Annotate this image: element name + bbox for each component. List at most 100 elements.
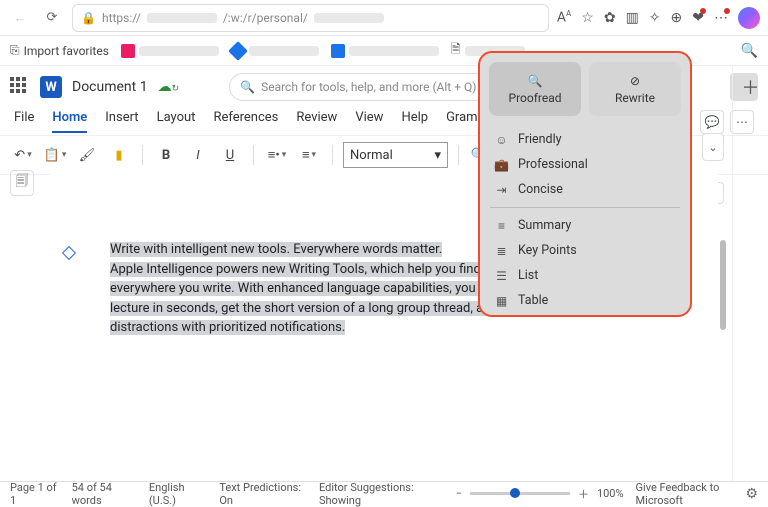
zoom-control: − ＋ 100% [456,486,624,502]
search-box[interactable]: 🔍 Search for tools, help, and more (Alt … [229,73,489,101]
tab-references[interactable]: References [213,110,278,133]
url-redacted-1 [147,13,217,23]
file-icon: 🗎 [451,40,461,61]
search-icon: 🔍 [240,80,255,94]
lock-icon: 🔒 [81,11,96,25]
import-favorites[interactable]: ⎘ Import favorites [10,43,109,58]
undo-button[interactable]: ↶ [10,142,36,168]
align-button[interactable]: ≡ [296,142,322,168]
keypoints-icon: ≣ [494,244,509,258]
collapse-ribbon-button[interactable]: ⌄ [702,133,724,161]
clipboard-pane-button[interactable]: 🗐 [10,170,34,196]
paste-button[interactable]: 📋 [42,142,68,168]
comments-button[interactable]: 💬 [700,110,724,134]
separator [142,145,143,165]
underline-button[interactable]: U [217,142,243,168]
health-icon[interactable]: ❤ [692,10,704,26]
import-icon: ⎘ [10,43,20,58]
zoom-slider[interactable] [470,492,570,495]
italic-button[interactable]: I [185,142,211,168]
language-status[interactable]: English (U.S.) [149,481,207,507]
back-button[interactable]: ← [8,6,32,30]
transform-keypoints[interactable]: ≣ Key Points [480,238,690,263]
collections-icon[interactable]: ✧ [649,10,661,26]
url-redacted-2 [314,13,384,23]
separator [332,145,333,165]
format-painter-button[interactable]: 🖌 [74,142,100,168]
item-label: Summary [518,218,571,233]
tone-list: ☺Friendly 💼Professional ⇥Concise [480,125,690,204]
transform-list: ≡Summary ≣ Key Points ☰ List ▦Table [480,211,690,315]
highlight-button[interactable]: ▮ [106,142,132,168]
separator [253,145,254,165]
word-icon[interactable]: W [40,76,62,98]
scrollbar-thumb[interactable] [720,240,726,330]
tab-view[interactable]: View [355,110,383,133]
item-label: Professional [518,157,588,172]
zoom-out-button[interactable]: − [456,487,462,500]
bookmark-2[interactable] [231,44,319,58]
bookmark-3[interactable] [331,44,439,58]
feedback-link[interactable]: Give Feedback to Microsoft [636,481,734,507]
bookmark-icon [228,41,248,61]
more-icon[interactable]: ⋯ [714,10,728,26]
browser-actions: AA ☆ ✿ ▥ ✧ ⊕ ❤ ⋯ [557,7,760,29]
proofread-label: Proofread [509,91,562,105]
tab-home[interactable]: Home [52,110,87,133]
proofread-button[interactable]: 🔍 Proofread [489,62,581,116]
tab-actions-icon[interactable]: ▥ [626,10,639,26]
url-prefix: https:// [102,11,141,25]
page-status[interactable]: Page 1 of 1 [10,481,60,507]
refresh-button[interactable]: ⟳ [40,6,64,30]
predictions-status[interactable]: Text Predictions: On [219,481,307,507]
concise-icon: ⇥ [494,183,509,197]
word-count[interactable]: 54 of 54 words [72,481,137,507]
transform-table[interactable]: ▦Table [480,288,690,313]
bookmark-icon [121,44,135,58]
suggestions-status[interactable]: Editor Suggestions: Showing [319,481,444,507]
search-placeholder: Search for tools, help, and more (Alt + … [261,80,476,94]
tab-insert[interactable]: Insert [105,110,138,133]
list-icon: ☰ [494,269,509,283]
search-icon[interactable]: 🔍 [741,43,758,59]
app-launcher-icon[interactable] [10,77,30,97]
item-label: List [518,268,538,283]
tone-friendly[interactable]: ☺Friendly [480,127,690,152]
tab-layout[interactable]: Layout [157,110,196,133]
screenshot-icon[interactable]: ⊕ [671,10,683,26]
style-select[interactable]: Normal▾ [343,142,448,168]
tab-file[interactable]: File [14,110,34,133]
tab-review[interactable]: Review [296,110,337,133]
import-label: Import favorites [24,44,109,58]
rewrite-button[interactable]: ⊘ Rewrite [589,62,681,116]
settings-icon[interactable]: ⚙ [745,486,758,502]
add-pane-button[interactable]: ＋ [742,74,760,100]
bold-button[interactable]: B [153,142,179,168]
item-label: Key Points [518,243,577,258]
tab-help[interactable]: Help [401,110,428,133]
item-label: Friendly [518,132,562,147]
tone-concise[interactable]: ⇥Concise [480,177,690,202]
bookmark-1[interactable] [121,44,219,58]
extensions-icon[interactable]: ✿ [604,10,616,26]
bookmark-label [349,46,439,56]
bullets-button[interactable]: ≡• [264,142,290,168]
document-name[interactable]: Document 1 [72,79,148,95]
heading-text[interactable]: Write with intelligent new tools. Everyw… [110,242,442,257]
copilot-button[interactable] [738,7,760,29]
separator [458,145,459,165]
browser-toolbar: ← ⟳ 🔒 https:// /:w:/r/personal/ AA ☆ ✿ ▥… [0,0,768,36]
address-bar[interactable]: 🔒 https:// /:w:/r/personal/ [72,4,549,32]
saved-icon[interactable]: ☁↻ [158,79,180,95]
tone-professional[interactable]: 💼Professional [480,152,690,177]
transform-summary[interactable]: ≡Summary [480,213,690,238]
transform-list[interactable]: ☰ List [480,263,690,288]
item-label: Table [518,293,548,308]
bookmark-label [139,46,219,56]
text-size-icon[interactable]: AA [557,9,571,26]
favorite-icon[interactable]: ☆ [581,10,594,26]
zoom-value[interactable]: 100% [597,487,624,500]
status-right: − ＋ 100% Give Feedback to Microsoft ⚙ [456,481,758,507]
zoom-thumb[interactable] [510,488,520,498]
zoom-in-button[interactable]: ＋ [578,486,589,502]
